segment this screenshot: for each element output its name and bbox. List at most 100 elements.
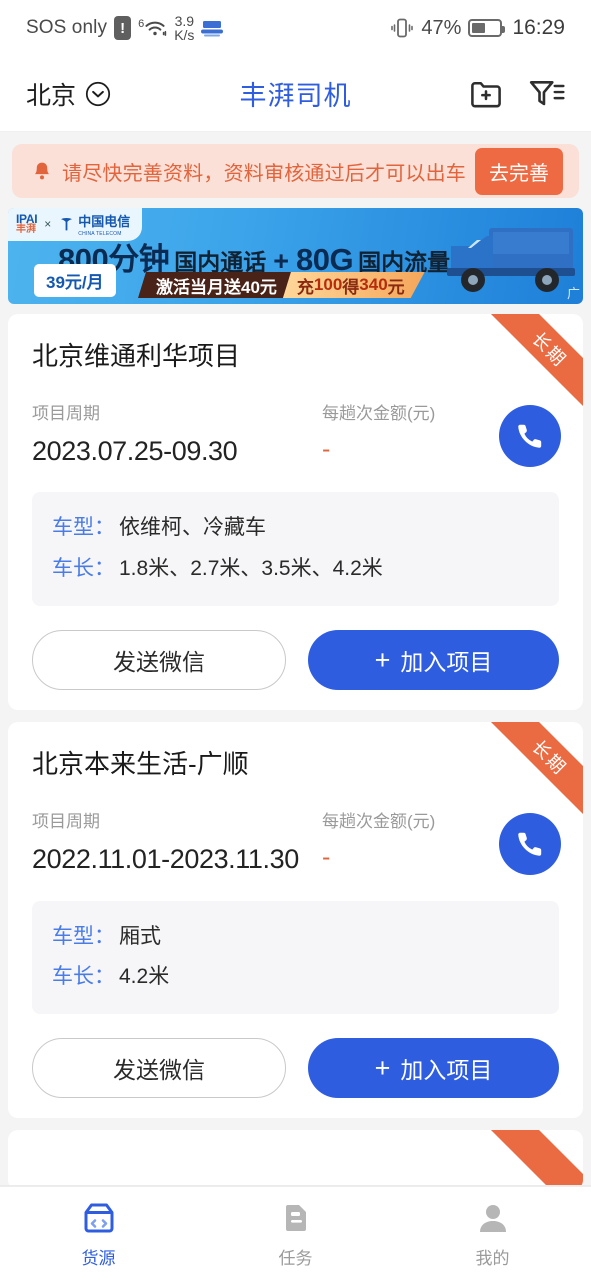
project-card[interactable]: 长期 北京本来生活-广顺 项目周期 2022.11.01-2023.11.30 … bbox=[8, 722, 583, 1119]
ad-promo-middle: 得 bbox=[342, 277, 360, 297]
network-speed-value: 3.9 bbox=[174, 12, 195, 29]
app-screen: SOS only ! 6 3.9 K/s 47% 16:29 北京 丰湃司机 请… bbox=[0, 0, 591, 1280]
send-wechat-button[interactable]: 发送微信 bbox=[32, 630, 286, 691]
vehicle-type-value: 厢式 bbox=[119, 924, 161, 948]
call-button[interactable] bbox=[499, 405, 561, 467]
project-amount-value: - bbox=[322, 435, 331, 463]
phone-icon bbox=[518, 424, 542, 448]
tab-profile-label: 我的 bbox=[475, 1249, 510, 1268]
ad-promo-total: 340 bbox=[359, 275, 388, 294]
alert-badge-icon: ! bbox=[114, 16, 132, 40]
vehicle-spec-box: 车型： 厢式 车长： 4.2米 bbox=[32, 900, 559, 1015]
project-title: 北京本来生活-广顺 bbox=[32, 749, 249, 780]
vehicle-type-line: 车型： 厢式 bbox=[52, 917, 539, 958]
battery-icon bbox=[468, 19, 506, 37]
app-header: 北京 丰湃司机 bbox=[0, 56, 591, 132]
ipai-logo-sub: 丰湃 bbox=[16, 224, 36, 235]
vehicle-length-value: 4.2米 bbox=[119, 965, 170, 989]
vehicle-type-label: 车型： bbox=[52, 516, 115, 540]
send-wechat-button[interactable]: 发送微信 bbox=[32, 1038, 286, 1099]
plus-icon: + bbox=[374, 644, 391, 675]
vehicle-type-label: 车型： bbox=[52, 924, 115, 948]
tab-tasks-label: 任务 bbox=[278, 1249, 313, 1268]
vpn-icon bbox=[201, 20, 224, 36]
project-card[interactable]: 长期 北京维通利华项目 项目周期 2023.07.25-09.30 每趟次金额(… bbox=[8, 314, 583, 711]
tab-tasks[interactable]: 任务 bbox=[197, 1198, 394, 1269]
vibrate-icon bbox=[391, 18, 414, 38]
telecom-name: 中国电信 bbox=[78, 214, 131, 229]
vehicle-spec-box: 车型： 依维柯、冷藏车 车长： 1.8米、2.7米、3.5米、4.2米 bbox=[32, 492, 559, 607]
tab-cargo-label: 货源 bbox=[81, 1249, 116, 1268]
city-selector[interactable]: 北京 bbox=[26, 76, 112, 112]
join-project-label: 加入项目 bbox=[400, 649, 493, 676]
project-period-label: 项目周期 bbox=[32, 404, 100, 423]
ipai-logo: IPAI 丰湃 bbox=[16, 213, 38, 235]
filter-icon[interactable] bbox=[529, 78, 565, 110]
long-term-ribbon bbox=[484, 1130, 583, 1191]
ad-mark-label: 广 bbox=[566, 286, 580, 301]
vehicle-length-label: 车长： bbox=[52, 965, 115, 989]
ad-promo-suffix: 元 bbox=[387, 277, 405, 297]
tab-cargo[interactable]: 货源 bbox=[0, 1198, 197, 1269]
bell-icon bbox=[35, 162, 49, 180]
project-amount-value: - bbox=[322, 843, 331, 872]
project-amount: 每趟次金额(元) - bbox=[322, 807, 435, 876]
project-period: 项目周期 2022.11.01-2023.11.30 bbox=[32, 807, 322, 878]
battery-percent-label: 47% bbox=[421, 16, 462, 39]
carrier-label: SOS only bbox=[26, 17, 108, 38]
call-button[interactable] bbox=[499, 813, 561, 876]
network-speed-unit: K/s bbox=[174, 27, 195, 43]
status-bar-right: 47% 16:29 bbox=[390, 16, 565, 40]
truck-illustration-icon bbox=[447, 228, 575, 292]
join-project-button[interactable]: + 加入项目 bbox=[308, 630, 559, 691]
city-label: 北京 bbox=[26, 81, 77, 110]
folder-plus-icon[interactable] bbox=[469, 78, 503, 110]
ad-promo-amount: 100 bbox=[313, 275, 343, 294]
status-bar: SOS only ! 6 3.9 K/s 47% 16:29 bbox=[0, 0, 591, 56]
network-speed: 3.9 K/s bbox=[174, 12, 195, 43]
alert-message: 请尽快完善资料，资料审核通过后才可以出车 bbox=[62, 162, 466, 185]
chevron-down-icon bbox=[85, 81, 111, 106]
clock-label: 16:29 bbox=[512, 16, 565, 39]
wifi-icon: 6 bbox=[138, 18, 167, 38]
project-period-value: 2022.11.01-2023.11.30 bbox=[32, 844, 299, 875]
tab-profile[interactable]: 我的 bbox=[394, 1198, 591, 1269]
ad-promo-first: 激活当月送40元 bbox=[138, 272, 293, 298]
project-meta: 项目周期 2023.07.25-09.30 每趟次金额(元) - bbox=[32, 399, 561, 470]
vehicle-length-value: 1.8米、2.7米、3.5米、4.2米 bbox=[119, 557, 383, 581]
project-amount: 每趟次金额(元) - bbox=[322, 399, 435, 468]
project-card-partial[interactable] bbox=[8, 1130, 583, 1191]
project-meta: 项目周期 2022.11.01-2023.11.30 每趟次金额(元) - bbox=[32, 807, 561, 878]
user-profile-icon bbox=[479, 1205, 506, 1232]
complete-profile-button[interactable]: 去完善 bbox=[475, 147, 563, 195]
alert-banner: 请尽快完善资料，资料审核通过后才可以出车 去完善 bbox=[12, 144, 579, 198]
plus-icon: + bbox=[374, 1052, 391, 1083]
cargo-box-icon bbox=[84, 1203, 113, 1233]
task-document-icon bbox=[285, 1205, 306, 1231]
vehicle-length-line: 车长： 4.2米 bbox=[52, 957, 539, 998]
project-card-list: 长期 北京维通利华项目 项目周期 2023.07.25-09.30 每趟次金额(… bbox=[0, 304, 591, 1191]
ad-promo-prefix: 充 bbox=[296, 277, 314, 297]
vehicle-type-line: 车型： 依维柯、冷藏车 bbox=[52, 508, 539, 549]
project-period-value: 2023.07.25-09.30 bbox=[32, 436, 238, 466]
status-bar-left: SOS only ! 6 3.9 K/s bbox=[26, 12, 224, 43]
bottom-tab-bar: 货源 任务 我的 bbox=[0, 1186, 591, 1280]
project-amount-label: 每趟次金额(元) bbox=[322, 404, 436, 423]
vehicle-type-value: 依维柯、冷藏车 bbox=[119, 516, 266, 540]
ad-price-badge: 39元/月 bbox=[34, 264, 116, 297]
project-period: 项目周期 2023.07.25-09.30 bbox=[32, 399, 322, 470]
project-amount-label: 每趟次金额(元) bbox=[322, 812, 436, 832]
card-actions: 发送微信 + 加入项目 bbox=[32, 1038, 559, 1099]
telecom-mark-icon bbox=[61, 218, 73, 231]
ad-banner[interactable]: IPAI 丰湃 × 中国电信 CHINA TELECOM 800分钟 国内通话 bbox=[8, 208, 583, 304]
project-title: 北京维通利华项目 bbox=[32, 341, 241, 371]
phone-icon bbox=[518, 833, 542, 856]
vehicle-length-line: 车长： 1.8米、2.7米、3.5米、4.2米 bbox=[52, 549, 539, 590]
ad-promo-second: 充 100 得 340 元 bbox=[283, 272, 425, 298]
vehicle-length-label: 车长： bbox=[52, 557, 115, 581]
ad-promos: 激活当月送40元 充 100 得 340 元 bbox=[138, 272, 425, 298]
join-project-button[interactable]: + 加入项目 bbox=[308, 1038, 559, 1099]
project-period-label: 项目周期 bbox=[32, 812, 100, 832]
header-actions bbox=[469, 78, 565, 110]
card-actions: 发送微信 + 加入项目 bbox=[32, 630, 559, 691]
